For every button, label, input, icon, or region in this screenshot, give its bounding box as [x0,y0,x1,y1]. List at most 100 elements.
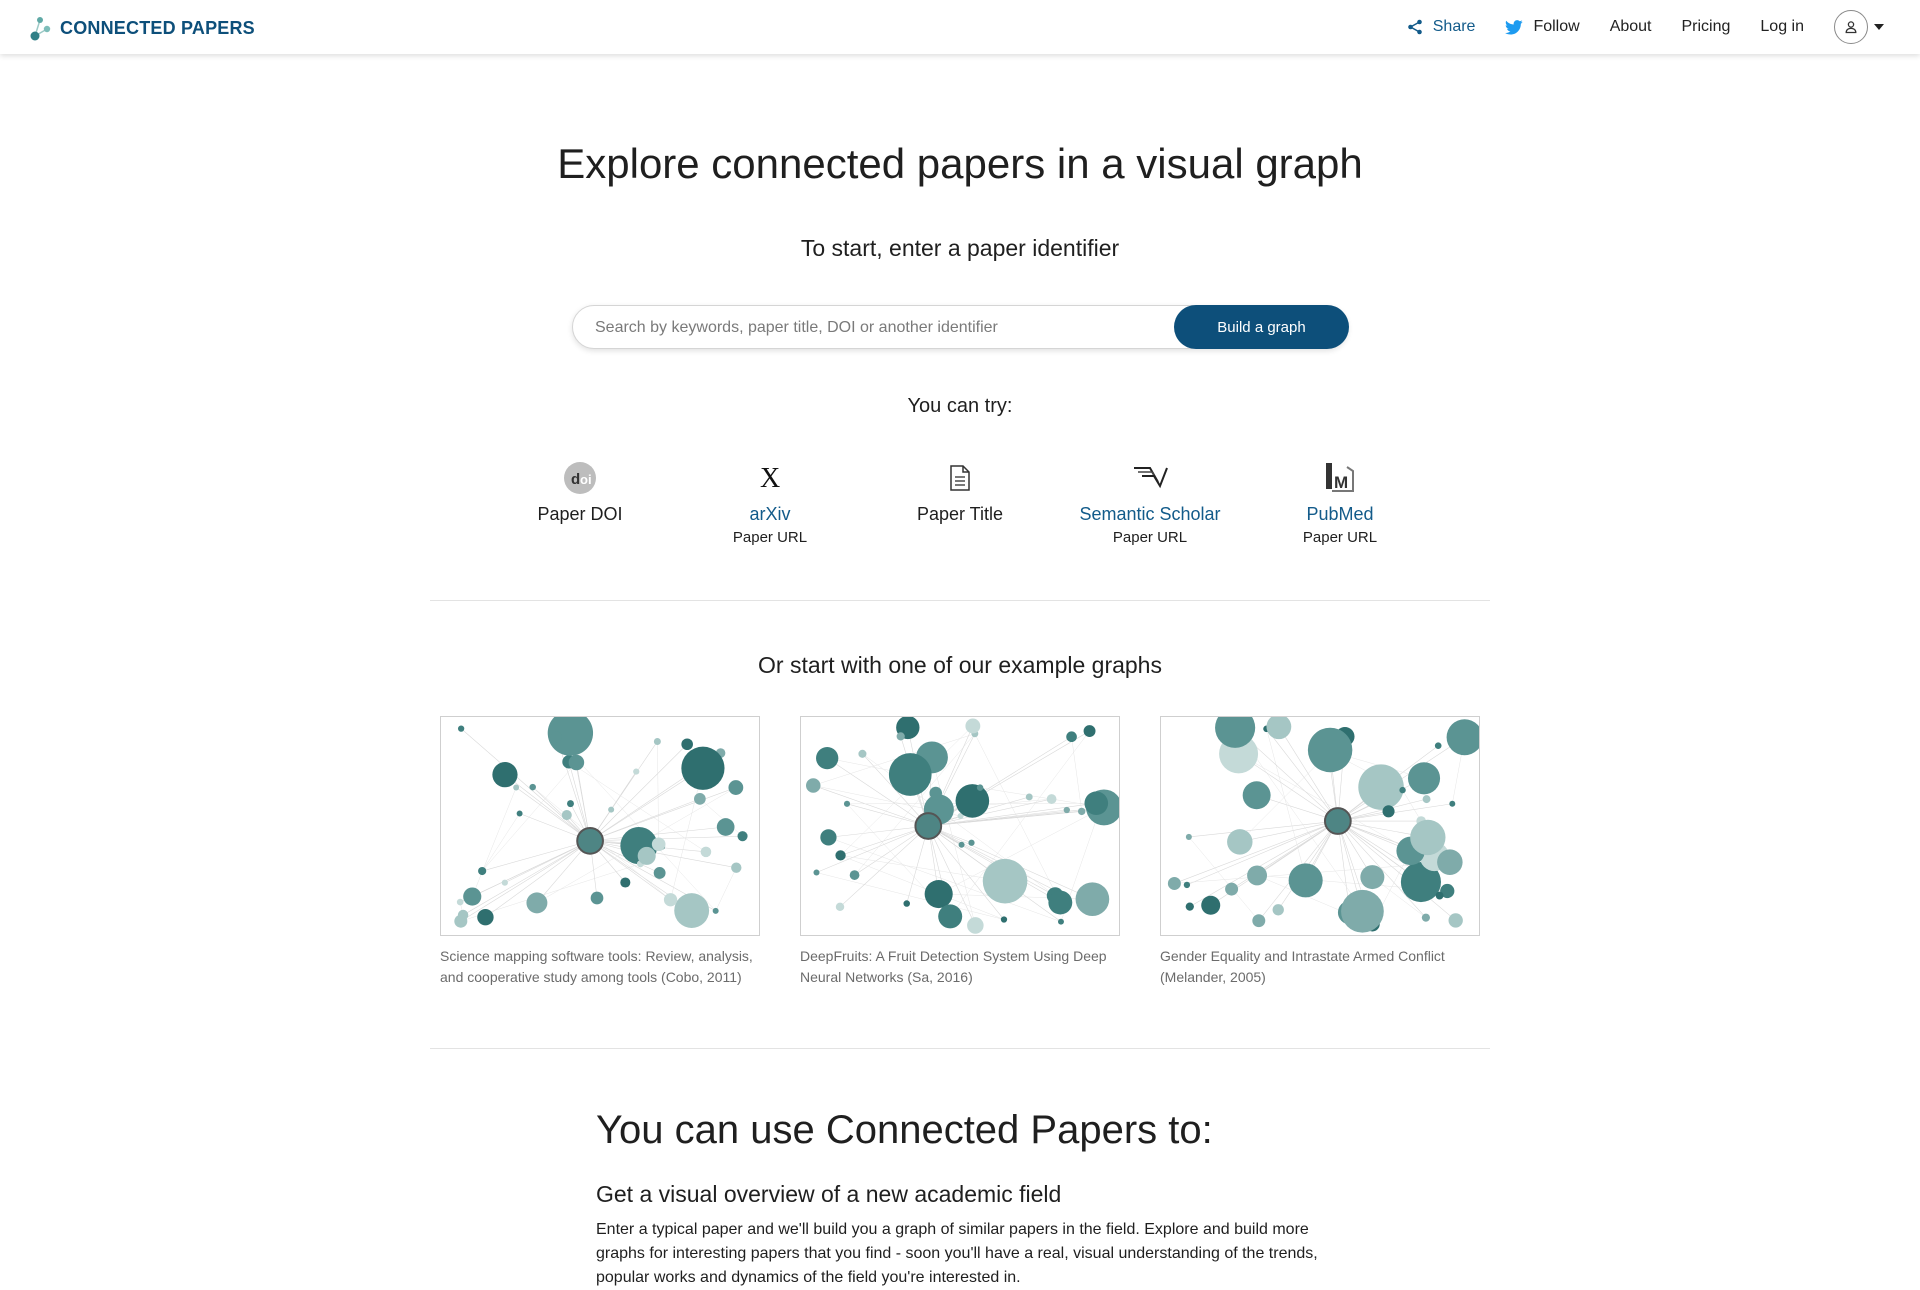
graph-node [1435,742,1442,749]
graph-edge [1240,821,1338,842]
graph-node [551,731,562,742]
uses-title: You can use Connected Papers to: [596,1108,1213,1153]
graph-node [529,784,535,790]
graph-node [1076,882,1110,916]
hero-title: Explore connected papers in a visual gra… [0,140,1920,188]
about-link[interactable]: About [1610,18,1652,36]
top-navigation-bar: CONNECTED PAPERS Share Follow [0,0,1920,54]
example-graph-card[interactable]: Gender Equality and Intrastate Armed Con… [1160,716,1480,988]
graph-node [929,787,942,800]
graph-node [1408,762,1440,794]
graph-node [889,753,932,796]
build-graph-button[interactable]: Build a graph [1174,305,1349,349]
graph-edge [461,841,590,921]
pubmed-icon: M [1245,460,1435,496]
try-item-title[interactable]: Paper Title [865,460,1055,525]
graph-edge [1189,821,1338,837]
graph-node [664,893,677,906]
graph-node [1447,719,1480,755]
brand-logo[interactable]: CONNECTED PAPERS [30,14,255,42]
graph-node [1186,902,1194,910]
graph-edge [716,868,737,911]
document-icon [865,460,1055,496]
identifier-options: d oi Paper DOI X arXiv Paper URL Paper T… [0,460,1920,560]
svg-text:M: M [1334,473,1348,492]
section-divider [430,1048,1490,1049]
graph-node [983,859,1028,904]
graph-node [1048,891,1072,915]
graph-node [1360,865,1384,889]
graph-origin-node [915,813,941,839]
graph-node [903,900,910,907]
graph-node [526,892,547,913]
graph-node [1436,892,1444,900]
graph-edge [841,855,1004,919]
try-item-sub: Paper URL [1245,529,1435,546]
graph-node [977,784,983,790]
example-graph-thumbnail [440,716,760,936]
svg-text:oi: oi [580,472,592,487]
share-label: Share [1433,18,1476,36]
graph-node [1186,834,1192,840]
follow-link[interactable]: Follow [1505,18,1579,36]
graph-node [1266,716,1291,739]
graph-node [1184,882,1190,888]
try-item-semantic-scholar[interactable]: Semantic Scholar Paper URL [1055,460,1245,546]
login-link[interactable]: Log in [1760,18,1804,36]
share-link[interactable]: Share [1407,18,1476,36]
svg-text:d: d [571,471,580,488]
graph-node [1084,791,1108,815]
graph-edge [505,775,590,841]
graph-node [502,880,508,886]
use-case-text: Enter a typical paper and we'll build yo… [596,1218,1336,1290]
graph-node [967,917,984,934]
try-item-name: Paper DOI [485,504,675,525]
graph-node [674,893,709,928]
try-item-name: Paper Title [865,504,1055,525]
graph-node [1243,781,1271,809]
graph-node [1449,913,1463,927]
graph-node [681,747,724,790]
graph-node [1308,728,1352,772]
graph-edge [816,873,1003,920]
graph-node [620,877,630,887]
use-case-heading: Get a visual overview of a new academic … [596,1181,1061,1208]
graph-node [1341,890,1384,933]
semantic-scholar-icon [1055,460,1245,496]
graph-node [858,750,866,758]
graph-node [652,837,666,851]
pricing-link[interactable]: Pricing [1682,18,1731,36]
graph-node [1225,883,1238,896]
try-item-arxiv[interactable]: X arXiv Paper URL [675,460,865,546]
example-graph-card[interactable]: DeepFruits: A Fruit Detection System Usi… [800,716,1120,988]
try-item-pubmed[interactable]: M PubMed Paper URL [1245,460,1435,546]
graph-edge [1403,790,1422,821]
graph-node [728,780,743,795]
graph-node [492,762,517,787]
example-graph-caption: DeepFruits: A Fruit Detection System Usi… [800,946,1120,988]
graph-node [806,778,820,792]
example-graph-card[interactable]: Science mapping software tools: Review, … [440,716,760,988]
graph-node [938,904,962,928]
graph-node [694,793,706,805]
try-item-name: arXiv [675,504,865,525]
graph-node [1084,725,1096,737]
try-item-doi[interactable]: d oi Paper DOI [485,460,675,525]
graph-node [717,818,735,836]
graph-edge [590,788,736,841]
graph-origin-node [1325,808,1351,834]
graph-node [968,840,974,846]
search-input[interactable] [593,306,1157,350]
graph-edge [841,826,929,855]
graph-node [897,732,905,740]
graph-node [591,892,604,905]
graph-node [477,909,493,925]
connected-papers-logo-icon [30,15,52,41]
graph-origin-node [577,828,603,854]
account-menu-button[interactable] [1834,10,1884,44]
graph-node [569,755,585,771]
graph-node [1026,794,1033,801]
graph-node [959,842,965,848]
graph-node [816,747,838,769]
graph-node [1078,808,1085,815]
